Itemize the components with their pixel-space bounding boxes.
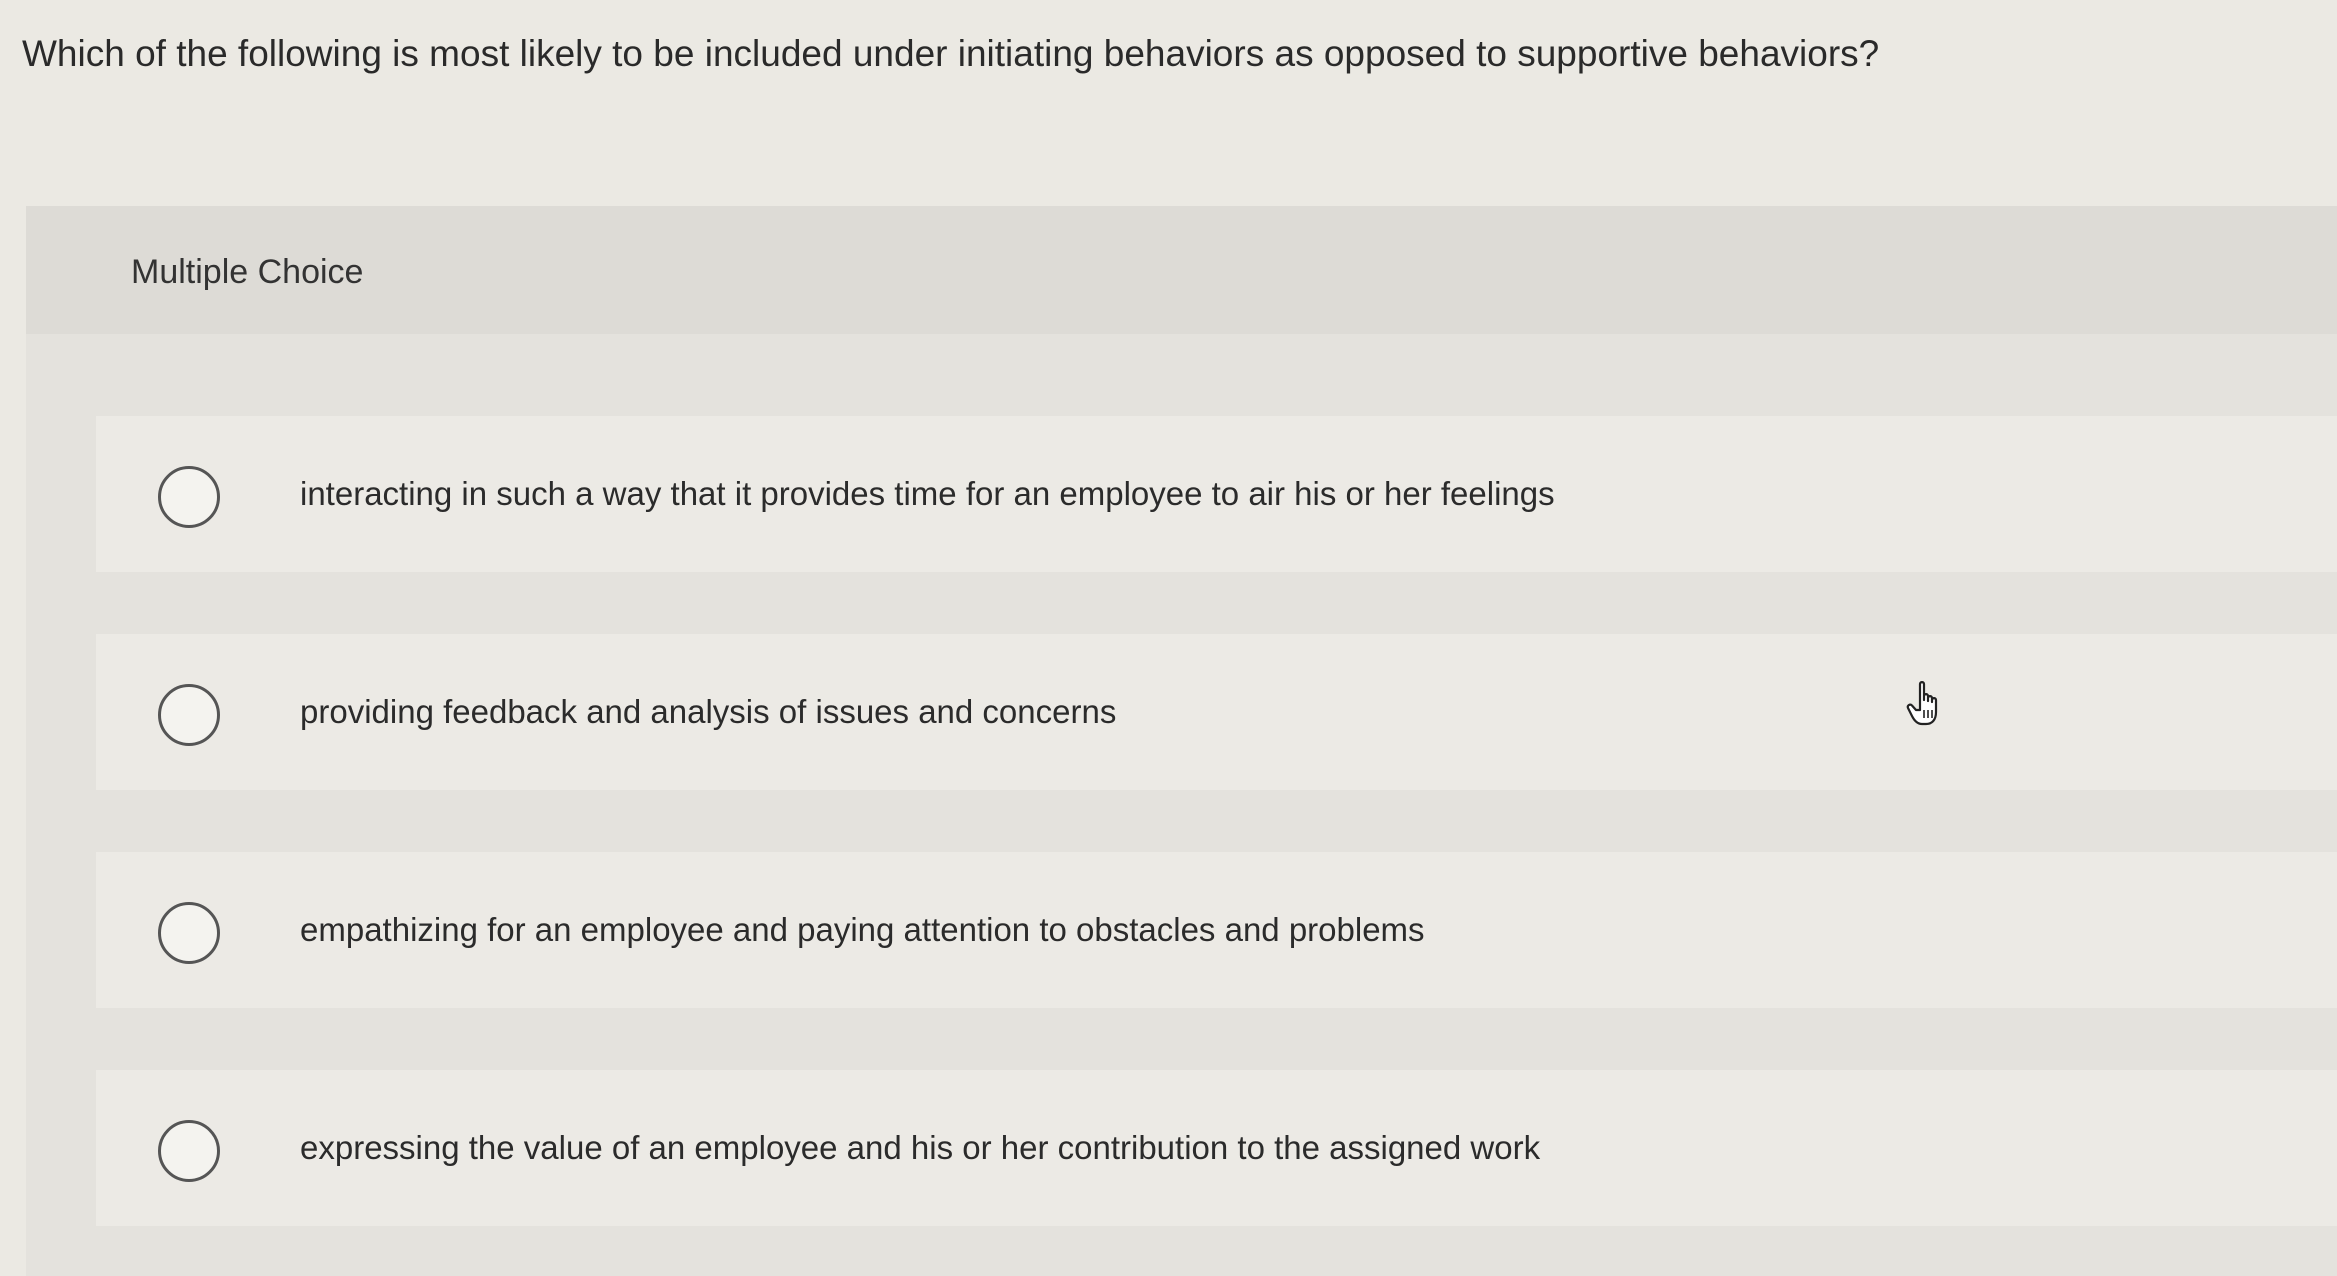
answer-option-1-text: interacting in such a way that it provid…	[300, 475, 1555, 512]
multiple-choice-header: Multiple Choice	[26, 206, 2337, 334]
answer-option-3[interactable]: empathizing for an employee and paying a…	[96, 852, 2337, 1008]
question-text: Which of the following is most likely to…	[22, 33, 1880, 74]
answer-option-4[interactable]: expressing the value of an employee and …	[96, 1070, 2337, 1226]
radio-button-option-3[interactable]	[158, 902, 220, 964]
multiple-choice-panel: Multiple Choice interacting in such a wa…	[26, 206, 2337, 1276]
hand-pointer-icon	[1906, 681, 1938, 726]
multiple-choice-label: Multiple Choice	[131, 253, 364, 291]
radio-button-option-1[interactable]	[158, 466, 220, 528]
answer-option-4-text: expressing the value of an employee and …	[300, 1129, 1541, 1166]
answer-option-1[interactable]: interacting in such a way that it provid…	[96, 416, 2337, 572]
radio-button-option-4[interactable]	[158, 1120, 220, 1182]
answer-option-2[interactable]: providing feedback and analysis of issue…	[96, 634, 2337, 790]
radio-button-option-2[interactable]	[158, 684, 220, 746]
answer-option-2-text: providing feedback and analysis of issue…	[300, 693, 1117, 730]
answer-option-3-text: empathizing for an employee and paying a…	[300, 911, 1425, 948]
